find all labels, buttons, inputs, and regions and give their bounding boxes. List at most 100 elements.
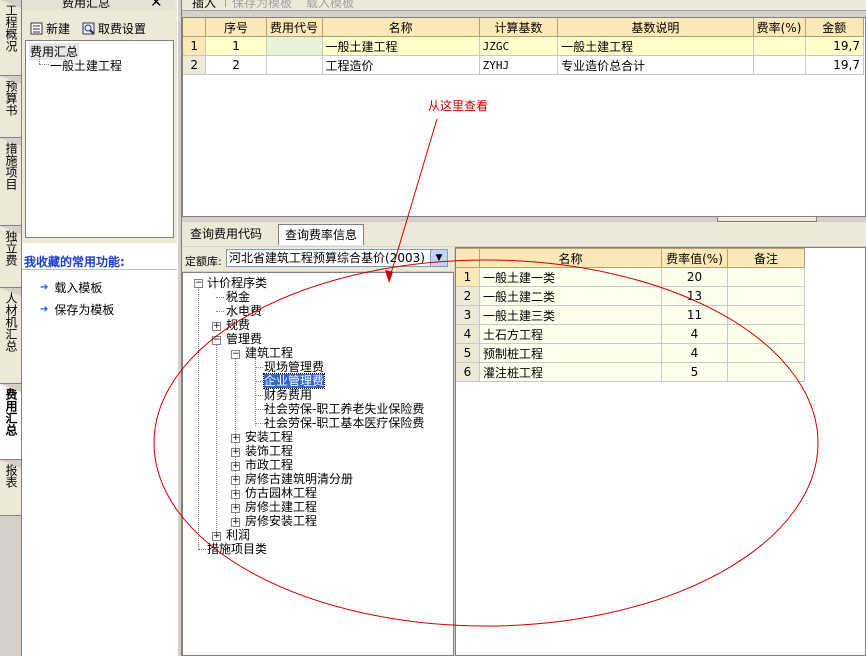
cell-seq[interactable]: 2 [205, 55, 267, 75]
cell-note[interactable] [727, 343, 805, 363]
tree-node-measures[interactable]: 措施项目类 [207, 542, 267, 556]
column-header[interactable]: 金额 [804, 18, 865, 37]
load-template-button[interactable]: 载入模板 [306, 0, 354, 11]
cell-rate[interactable]: 20 [661, 267, 728, 287]
save-template-button[interactable]: 保存为模板 [232, 0, 292, 11]
tab-query-fee-rate[interactable]: 查询费率信息 [278, 224, 365, 245]
table-row[interactable]: 5 预制桩工程 4 [456, 343, 805, 363]
tree-node-rehab-install[interactable]: 房修安装工程 [245, 514, 317, 528]
cell-name[interactable]: 一般土建二类 [479, 286, 662, 306]
cell-desc[interactable]: 专业造价总合计 [557, 55, 754, 75]
new-button[interactable]: 新建 [30, 20, 70, 37]
cell-rate[interactable] [752, 36, 806, 56]
table-row[interactable]: 3 一般土建三类 11 [456, 305, 805, 325]
cell-name[interactable]: 一般土建三类 [479, 305, 662, 325]
cell-note[interactable] [727, 267, 805, 287]
tab-fee-summary[interactable]: 费用汇总 [0, 384, 21, 460]
column-header[interactable]: 名称 [321, 18, 480, 37]
cell-name[interactable]: 一般土建工程 [321, 36, 480, 56]
favorite-load-template[interactable]: ➔ 载入模板 [40, 279, 102, 296]
tree-node-tax[interactable]: 税金 [226, 290, 250, 304]
tree-node-garden[interactable]: 仿古园林工程 [245, 486, 317, 500]
fee-settings-button[interactable]: 取费设置 [82, 20, 146, 37]
tab-measures[interactable]: 措施项目 [0, 138, 21, 226]
column-header[interactable]: 名称 [479, 248, 662, 268]
cell-amount[interactable]: 19,7 [804, 55, 865, 75]
cell-note[interactable] [727, 286, 805, 306]
column-header[interactable]: 计算基数 [478, 18, 559, 37]
tree-node-profit[interactable]: 利润 [226, 528, 250, 542]
cell-name[interactable]: 灌注桩工程 [479, 362, 662, 382]
tab-reports[interactable]: 报表 [0, 460, 21, 516]
tree-node-general-civil[interactable]: 一般土建工程 [50, 57, 122, 74]
expand-icon[interactable]: + [231, 518, 240, 527]
expand-icon[interactable]: + [231, 476, 240, 485]
cell-name[interactable]: 工程造价 [321, 55, 480, 75]
tree-node-management-fee[interactable]: 管理费 [226, 332, 262, 346]
tree-node-enterprise-management[interactable]: 企业管理费 [262, 373, 326, 389]
expand-icon[interactable]: + [231, 504, 240, 513]
cell-base[interactable]: ZYHJ [478, 55, 559, 75]
tab-independent-fee[interactable]: 独立费 [0, 226, 21, 288]
cell-base[interactable]: JZGC [478, 36, 559, 56]
tab-budget-book[interactable]: 预算书 [0, 76, 21, 138]
tree-node-building[interactable]: 建筑工程 [245, 346, 293, 360]
table-row[interactable]: 1 1 一般土建工程 JZGC 一般土建工程 19,7 [183, 36, 865, 56]
cell-rate[interactable]: 5 [661, 362, 728, 382]
cell-rate[interactable]: 13 [661, 286, 728, 306]
collapse-icon[interactable]: − [212, 336, 221, 345]
tree-node-municipal[interactable]: 市政工程 [245, 458, 293, 472]
tree-node-decoration[interactable]: 装饰工程 [245, 444, 293, 458]
cell-rate[interactable]: 4 [661, 343, 728, 363]
cell-rate[interactable]: 11 [661, 305, 728, 325]
cell-rate[interactable] [752, 55, 806, 75]
tree-node-social-pension[interactable]: 社会劳保-职工养老失业保险费 [264, 402, 424, 416]
tree-node-water-power[interactable]: 水电费 [226, 304, 262, 318]
cell-rate[interactable]: 4 [661, 324, 728, 344]
column-header[interactable]: 费率(%) [752, 18, 806, 37]
cell-name[interactable]: 预制桩工程 [479, 343, 662, 363]
expand-icon[interactable]: + [231, 448, 240, 457]
column-header[interactable]: 费用代号 [265, 18, 323, 37]
cell-name[interactable]: 一般土建一类 [479, 267, 662, 287]
cell-desc[interactable]: 一般土建工程 [557, 36, 754, 56]
tree-node-social-medical[interactable]: 社会劳保-职工基本医疗保险费 [264, 416, 424, 430]
chevron-down-icon[interactable]: ▼ [430, 250, 447, 266]
cell-note[interactable] [727, 305, 805, 325]
insert-button[interactable]: 插入 [192, 0, 216, 11]
cell-amount[interactable]: 19,7 [804, 36, 865, 56]
quota-library-select[interactable]: 河北省建筑工程预算综合基价(2003) ▼ [226, 249, 448, 267]
column-header[interactable]: 序号 [205, 18, 267, 37]
table-row[interactable]: 6 灌注桩工程 5 [456, 362, 805, 382]
expand-icon[interactable]: + [231, 490, 240, 499]
collapse-icon[interactable]: − [194, 279, 203, 288]
expand-icon[interactable]: + [212, 322, 221, 331]
tab-materials-summary[interactable]: 人材机汇总 [0, 288, 21, 384]
close-icon[interactable]: ✕ [150, 0, 163, 11]
tree-node-regulatory-fee[interactable]: 规费 [226, 318, 250, 332]
table-row[interactable]: 4 土石方工程 4 [456, 324, 805, 344]
expand-icon[interactable]: + [212, 532, 221, 541]
column-header[interactable]: 费率值(%) [661, 248, 728, 268]
collapse-icon[interactable]: − [231, 350, 240, 359]
cell-code[interactable] [265, 36, 323, 56]
expand-icon[interactable]: + [231, 462, 240, 471]
tree-node-install[interactable]: 安装工程 [245, 430, 293, 444]
cell-note[interactable] [727, 324, 805, 344]
tree-node-finance[interactable]: 财务费用 [264, 388, 312, 402]
column-header[interactable]: 基数说明 [557, 18, 754, 37]
tree-node-pricing-procedure[interactable]: 计价程序类 [207, 276, 267, 290]
column-header[interactable]: 备注 [727, 248, 805, 268]
tree-node-site-management[interactable]: 现场管理费 [264, 360, 324, 374]
tab-project-overview[interactable]: 工程概况 [0, 0, 21, 76]
expand-icon[interactable]: + [231, 434, 240, 443]
tab-query-fee-code[interactable]: 查询费用代码 [184, 224, 268, 244]
cell-code[interactable] [265, 55, 323, 75]
table-row[interactable]: 2 一般土建二类 13 [456, 286, 805, 306]
tree-node-rehab-ancient[interactable]: 房修古建筑明清分册 [245, 472, 353, 486]
cell-name[interactable]: 土石方工程 [479, 324, 662, 344]
table-row[interactable]: 2 2 工程造价 ZYHJ 专业造价总合计 19,7 [183, 55, 865, 75]
favorite-save-template[interactable]: ➔ 保存为模板 [40, 301, 114, 318]
cell-seq[interactable]: 1 [205, 36, 267, 56]
cell-note[interactable] [727, 362, 805, 382]
